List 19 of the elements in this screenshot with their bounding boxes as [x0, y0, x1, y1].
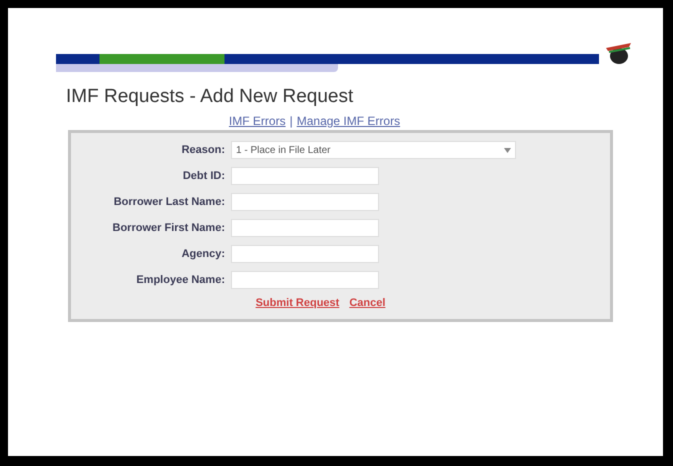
- action-link[interactable]: Submit Request: [256, 297, 340, 309]
- field-label: Employee Name:: [135, 274, 226, 286]
- input-field[interactable]: [231, 167, 379, 185]
- field-label: Borrower First Name:: [112, 222, 226, 234]
- input-field[interactable]: [231, 245, 379, 263]
- nav-link[interactable]: IMF Errors: [228, 114, 286, 128]
- nav-link[interactable]: Manage IMF Errors: [296, 114, 400, 128]
- field-label: Reason:: [180, 144, 226, 156]
- input-field[interactable]: [231, 219, 379, 237]
- action-link[interactable]: Cancel: [349, 297, 386, 309]
- field-label: Agency:: [180, 248, 226, 260]
- input-field[interactable]: [231, 271, 379, 289]
- page-title: IMF Requests - Add New Request: [66, 86, 354, 108]
- caret-icon: [504, 148, 511, 152]
- field-label: Debt ID:: [182, 170, 226, 182]
- input-field[interactable]: [231, 193, 379, 211]
- link-separator: |: [290, 114, 293, 128]
- reason-select[interactable]: 1 - Place in File Later: [231, 141, 516, 159]
- field-label: Borrower Last Name:: [112, 196, 226, 208]
